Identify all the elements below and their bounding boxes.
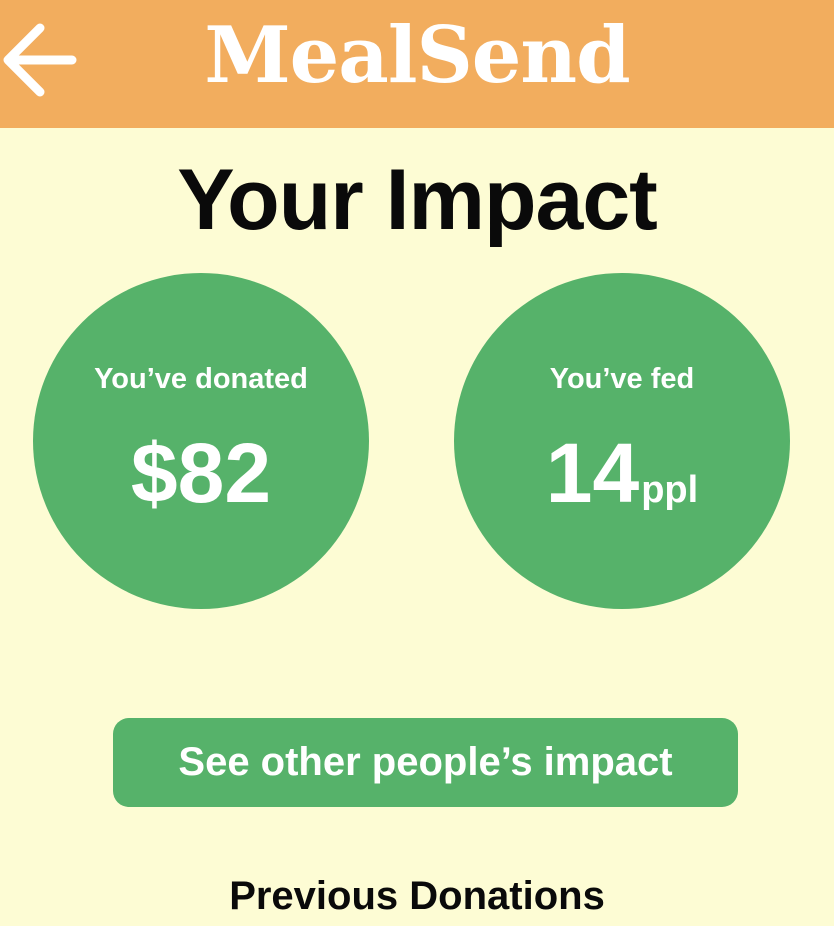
fed-value: 14: [545, 426, 640, 520]
fed-stat-circle: You’ve fed 14ppl: [454, 273, 790, 609]
fed-unit: ppl: [641, 469, 699, 511]
see-others-impact-button[interactable]: See other people’s impact: [113, 718, 738, 807]
donated-label: You’ve donated: [94, 363, 308, 395]
app-header: MealSend: [0, 0, 834, 128]
fed-label: You’ve fed: [549, 363, 695, 395]
fed-amount: 14ppl: [454, 423, 790, 540]
donated-amount: $82: [33, 423, 369, 523]
page-title: Your Impact: [177, 152, 658, 248]
donated-value: $82: [130, 426, 272, 520]
previous-donations-heading: Previous Donations: [229, 874, 605, 918]
app-title: MealSend: [204, 10, 630, 101]
donated-stat-circle: You’ve donated $82: [33, 273, 369, 609]
